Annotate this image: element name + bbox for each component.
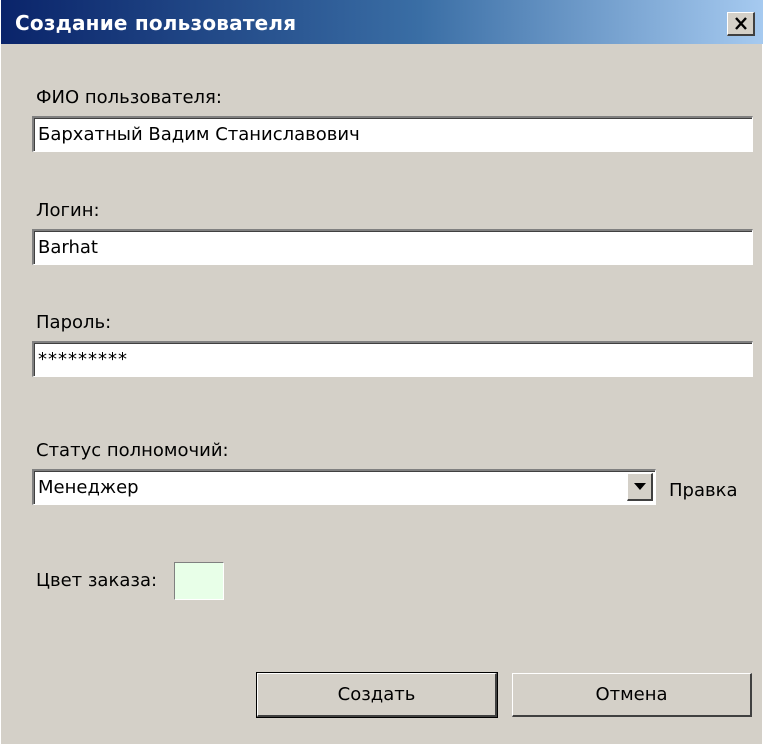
password-label: Пароль: [36,312,112,333]
login-label: Логин: [36,200,100,221]
chevron-down-icon [633,482,646,490]
login-input[interactable]: Barhat [32,229,753,265]
password-input[interactable]: ********* [32,341,753,377]
edit-link[interactable]: Правка [669,480,738,501]
fio-input[interactable]: Бархатный Вадим Станиславович [32,116,753,152]
cancel-button[interactable]: Отмена [512,673,752,717]
create-button[interactable]: Создать [256,672,498,718]
window-title: Создание пользователя [15,11,297,35]
fio-label: ФИО пользователя: [36,87,222,108]
status-dropdown-button[interactable] [627,473,653,501]
create-user-dialog: Создание пользователя ФИО пользователя: … [0,0,765,744]
status-label: Статус полномочий: [36,440,229,461]
order-color-label: Цвет заказа: [36,570,158,591]
status-select[interactable]: Менеджер [32,469,656,505]
close-icon [734,17,747,30]
title-bar[interactable]: Создание пользователя [1,0,763,44]
status-selected-value: Менеджер [38,477,139,498]
close-button[interactable] [727,12,755,36]
order-color-swatch[interactable] [174,562,224,600]
